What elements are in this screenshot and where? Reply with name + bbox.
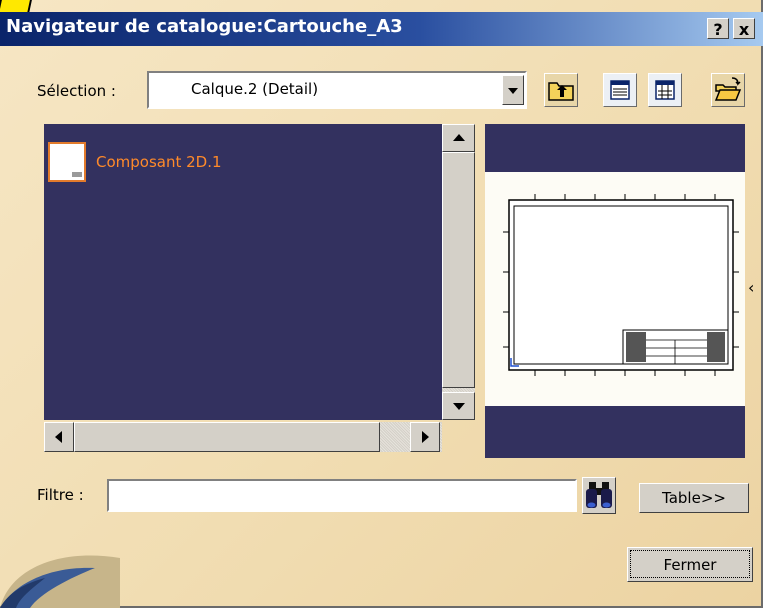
- details-view-icon: [610, 80, 630, 100]
- close-button[interactable]: x: [733, 18, 755, 39]
- filter-label: Filtre :: [37, 486, 84, 504]
- drawing-preview-image: [503, 194, 739, 376]
- chevron-right-icon: [422, 431, 429, 443]
- preview-pane: [485, 172, 745, 406]
- horizontal-scrollbar[interactable]: [44, 422, 442, 452]
- table-button[interactable]: Table>>: [639, 483, 749, 513]
- scroll-left-button[interactable]: [44, 422, 74, 452]
- fermer-button-label: Fermer: [630, 550, 750, 578]
- preview-footer: [485, 406, 745, 458]
- list-view-button[interactable]: [648, 73, 682, 107]
- binoculars-icon: [586, 482, 612, 508]
- open-folder-icon: [714, 77, 742, 101]
- open-catalog-button[interactable]: [711, 73, 745, 107]
- selection-combo[interactable]: Calque.2 (Detail): [147, 71, 527, 109]
- parent-folder-icon: [548, 82, 574, 101]
- scroll-right-button[interactable]: [410, 422, 440, 452]
- parent-folder-button[interactable]: [544, 73, 578, 107]
- search-button[interactable]: [582, 477, 616, 514]
- scroll-down-button[interactable]: [442, 392, 475, 420]
- help-button[interactable]: ?: [707, 18, 729, 39]
- component-thumbnail[interactable]: [48, 142, 86, 182]
- scroll-up-button[interactable]: [442, 124, 475, 152]
- vertical-scrollbar[interactable]: [442, 124, 475, 420]
- preview-header: [485, 124, 745, 172]
- fermer-button[interactable]: Fermer: [627, 547, 753, 582]
- list-item[interactable]: Composant 2D.1: [96, 153, 222, 171]
- catalog-browser-dialog: Navigateur de catalogue:Cartouche_A3 ? x…: [0, 0, 763, 608]
- selection-dropdown-button[interactable]: [502, 75, 524, 105]
- list-view-icon: [655, 80, 675, 100]
- splitter-arrow-icon: ‹: [748, 278, 755, 297]
- selection-value: Calque.2 (Detail): [191, 80, 319, 98]
- thumbnail-detail: [72, 172, 82, 177]
- window-title: Navigateur de catalogue:Cartouche_A3: [6, 16, 403, 37]
- chevron-left-icon: [55, 431, 62, 443]
- globe-decoration: [0, 555, 120, 608]
- chevron-up-icon: [453, 134, 465, 141]
- chevron-down-icon: [508, 88, 518, 94]
- chevron-down-icon: [453, 403, 465, 410]
- horizontal-scroll-thumb[interactable]: [74, 422, 380, 452]
- title-bar[interactable]: Navigateur de catalogue:Cartouche_A3 ? x: [0, 12, 763, 46]
- filter-input[interactable]: [107, 479, 577, 512]
- selection-label: Sélection :: [37, 82, 116, 100]
- vertical-scroll-thumb[interactable]: [442, 152, 475, 388]
- details-view-button[interactable]: [603, 73, 637, 107]
